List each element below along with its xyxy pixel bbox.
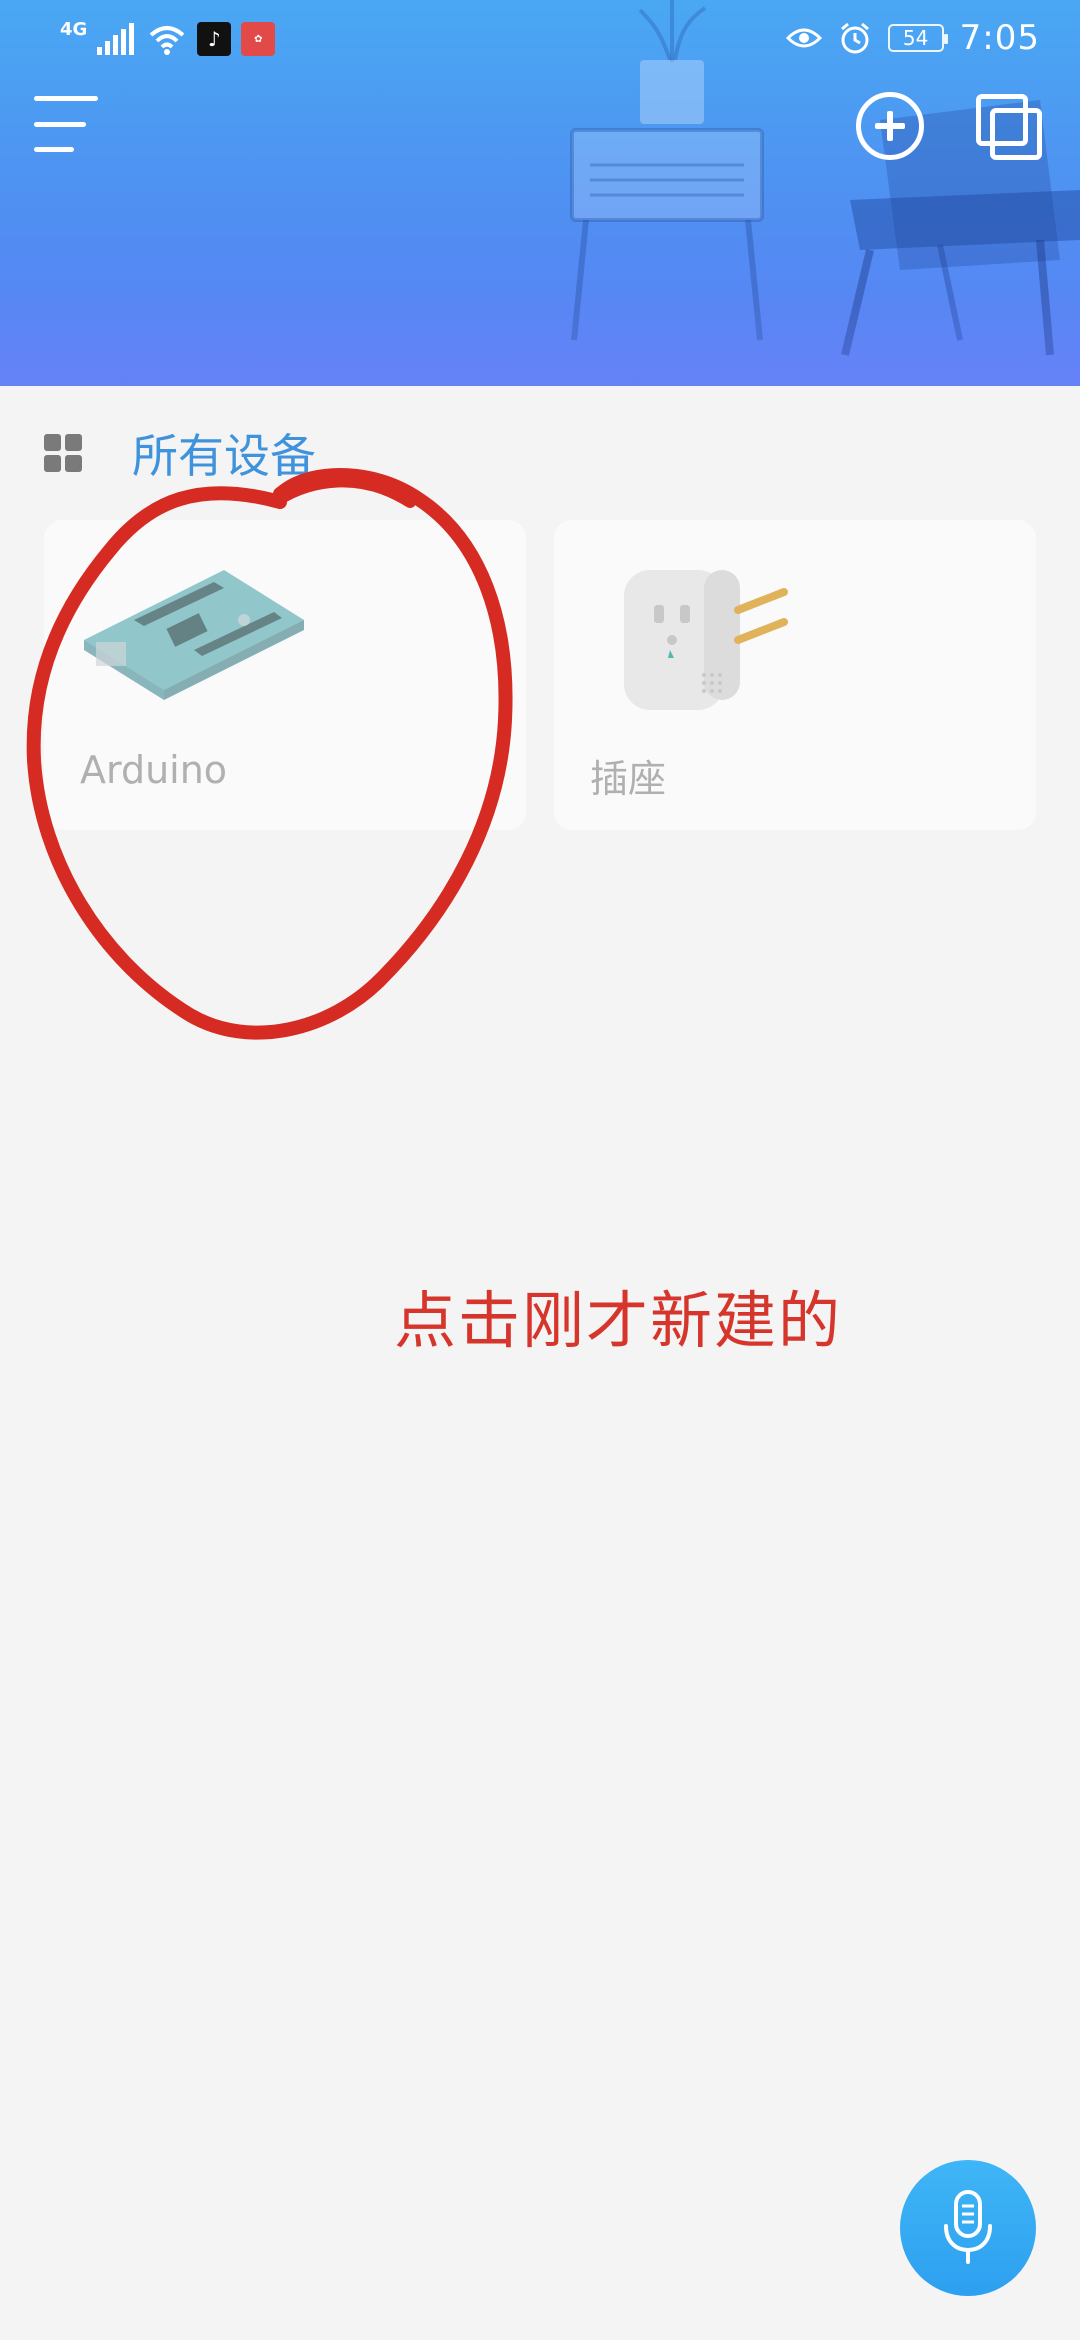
menu-icon[interactable]	[34, 96, 98, 152]
wifi-icon	[149, 26, 185, 55]
socket-plug-icon	[624, 570, 788, 710]
section-title: 所有设备	[132, 429, 316, 483]
grid-icon	[44, 434, 82, 472]
voice-button[interactable]	[900, 2160, 1036, 2296]
status-bar: 4G ♪ ✿ 54 7:05	[0, 0, 1080, 80]
signal-icon	[97, 23, 135, 55]
floor-gradient	[0, 296, 1080, 386]
microphone-icon	[944, 2190, 992, 2264]
copy-icon[interactable]	[976, 94, 1042, 160]
annotation-text: 点击刚才新建的	[394, 1284, 843, 1357]
section-header: 所有设备	[44, 420, 316, 486]
status-time: 7:05	[959, 18, 1040, 58]
alarm-icon	[840, 22, 869, 54]
arduino-board-icon	[84, 570, 304, 700]
battery-indicator: 54	[887, 24, 948, 52]
device-card-socket[interactable]: 插座	[554, 520, 1036, 830]
network-type: 4G	[60, 18, 88, 40]
device-label: Arduino	[80, 748, 228, 792]
eye-icon	[785, 28, 822, 48]
header-banner: 4G ♪ ✿ 54 7:05	[0, 0, 1080, 386]
status-right: 54 7:05	[785, 18, 1040, 58]
huawei-icon: ✿	[241, 22, 276, 56]
device-card-arduino[interactable]: Arduino	[44, 520, 526, 830]
device-label: 插座	[590, 757, 667, 801]
tiktok-icon: ♪	[197, 22, 232, 56]
plus-circle-icon[interactable]	[856, 92, 924, 160]
status-left: 4G ♪ ✿	[60, 18, 276, 56]
